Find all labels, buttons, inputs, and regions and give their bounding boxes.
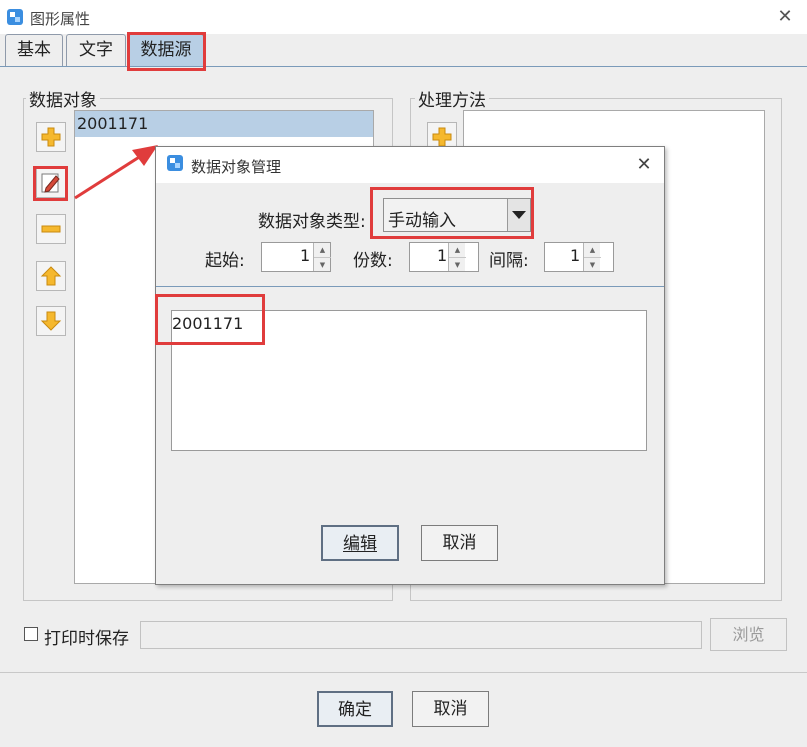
minus-icon xyxy=(41,225,61,233)
footer-divider xyxy=(0,672,807,673)
stepper-up-icon[interactable]: ▲ xyxy=(314,243,331,258)
remove-object-button[interactable] xyxy=(36,214,66,244)
list-item[interactable]: 2001171 xyxy=(75,111,373,137)
stepper-down-icon[interactable]: ▼ xyxy=(314,258,331,272)
copies-stepper-buttons[interactable]: ▲ ▼ xyxy=(448,243,466,272)
app-icon xyxy=(167,155,183,171)
highlight-box-tab xyxy=(127,32,206,71)
interval-label: 间隔: xyxy=(489,251,529,271)
edit-button[interactable]: 编辑 xyxy=(321,525,399,561)
arrow-up-icon xyxy=(40,266,62,286)
edit-button-label: 编辑 xyxy=(343,534,377,554)
start-label: 起始: xyxy=(205,251,245,271)
tab-text[interactable]: 文字 xyxy=(66,34,126,66)
start-value: 1 xyxy=(300,246,311,265)
save-path-input[interactable] xyxy=(140,621,702,649)
stepper-down-icon[interactable]: ▼ xyxy=(449,258,466,272)
copies-value: 1 xyxy=(437,246,448,265)
browse-button[interactable]: 浏览 xyxy=(710,618,787,651)
stepper-up-icon[interactable]: ▲ xyxy=(449,243,466,258)
window-title: 图形属性 xyxy=(30,10,91,28)
data-objects-label: 数据对象 xyxy=(26,86,100,111)
cancel-button[interactable]: 取消 xyxy=(412,691,489,727)
close-icon[interactable]: ✕ xyxy=(773,6,797,28)
save-on-print-checkbox[interactable] xyxy=(24,627,38,641)
close-icon[interactable]: ✕ xyxy=(632,154,656,176)
interval-stepper-buttons[interactable]: ▲ ▼ xyxy=(583,243,601,272)
ok-button[interactable]: 确定 xyxy=(317,691,393,727)
stepper-up-icon[interactable]: ▲ xyxy=(584,243,601,258)
copies-label: 份数: xyxy=(353,251,393,271)
window-titlebar xyxy=(0,0,807,34)
move-up-button[interactable] xyxy=(36,261,66,291)
plus-icon xyxy=(41,127,61,147)
add-object-button[interactable] xyxy=(36,122,66,152)
tab-divider xyxy=(0,66,807,67)
stepper-down-icon[interactable]: ▼ xyxy=(584,258,601,272)
arrow-down-icon xyxy=(40,311,62,331)
highlight-box-data xyxy=(155,294,265,345)
move-down-button[interactable] xyxy=(36,306,66,336)
plus-icon xyxy=(432,127,452,147)
processing-methods-label: 处理方法 xyxy=(415,86,489,111)
tab-basic[interactable]: 基本 xyxy=(5,34,63,66)
dialog-title: 数据对象管理 xyxy=(191,158,282,176)
highlight-box-type xyxy=(370,187,534,239)
save-on-print-label: 打印时保存 xyxy=(44,629,129,649)
interval-value: 1 xyxy=(570,246,581,265)
object-type-label: 数据对象类型: xyxy=(258,212,366,232)
dialog-cancel-button[interactable]: 取消 xyxy=(421,525,498,561)
app-icon xyxy=(7,9,23,25)
dialog-divider xyxy=(156,286,664,287)
start-stepper-buttons[interactable]: ▲ ▼ xyxy=(313,243,331,272)
annotation-arrow xyxy=(74,145,158,200)
highlight-box-edit xyxy=(33,166,68,201)
